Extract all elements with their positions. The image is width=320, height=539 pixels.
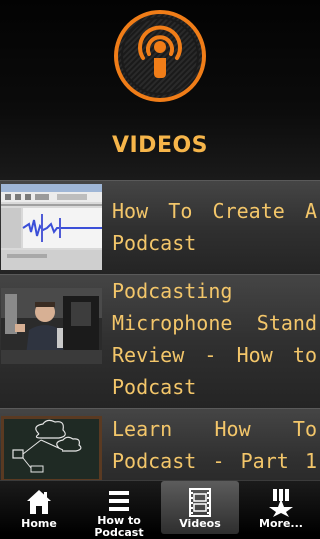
tab-videos[interactable]: Videos: [161, 481, 239, 534]
home-icon: [24, 487, 54, 517]
page-title: VIDEOS: [111, 133, 209, 158]
tab-home[interactable]: Home: [0, 481, 78, 534]
video-title[interactable]: How To Create A Podcast: [112, 195, 317, 259]
video-thumbnail: [1, 416, 102, 480]
tab-label: Home: [21, 517, 57, 530]
video-title[interactable]: Learn How To Podcast - Part 1 of 8: [112, 413, 317, 480]
list-item[interactable]: How To Create A Podcast: [0, 180, 320, 275]
tab-label: More...: [259, 517, 303, 530]
app-header: VIDEOS: [0, 0, 320, 180]
more-star-icon: [266, 487, 296, 517]
tab-label: How to Podcast: [94, 514, 144, 539]
film-icon: [185, 487, 215, 517]
video-title[interactable]: Podcasting Microphone Stand Review - How…: [112, 275, 317, 403]
list-item[interactable]: Learn How To Podcast - Part 1 of 8: [0, 408, 320, 480]
bottom-tab-bar: Home How to Podcast Videos More...: [0, 480, 320, 539]
list-item[interactable]: Podcasting Microphone Stand Review - How…: [0, 274, 320, 409]
tab-more[interactable]: More...: [242, 481, 320, 534]
tab-how-to-podcast[interactable]: How to Podcast: [80, 481, 158, 539]
video-thumbnail: [1, 184, 102, 270]
video-thumbnail: [1, 288, 102, 364]
video-list[interactable]: How To Create A Podcast Podcasting Micro…: [0, 180, 320, 480]
list-icon: [104, 487, 134, 517]
podcast-logo-icon: [112, 8, 208, 104]
tab-label: Videos: [179, 517, 221, 530]
